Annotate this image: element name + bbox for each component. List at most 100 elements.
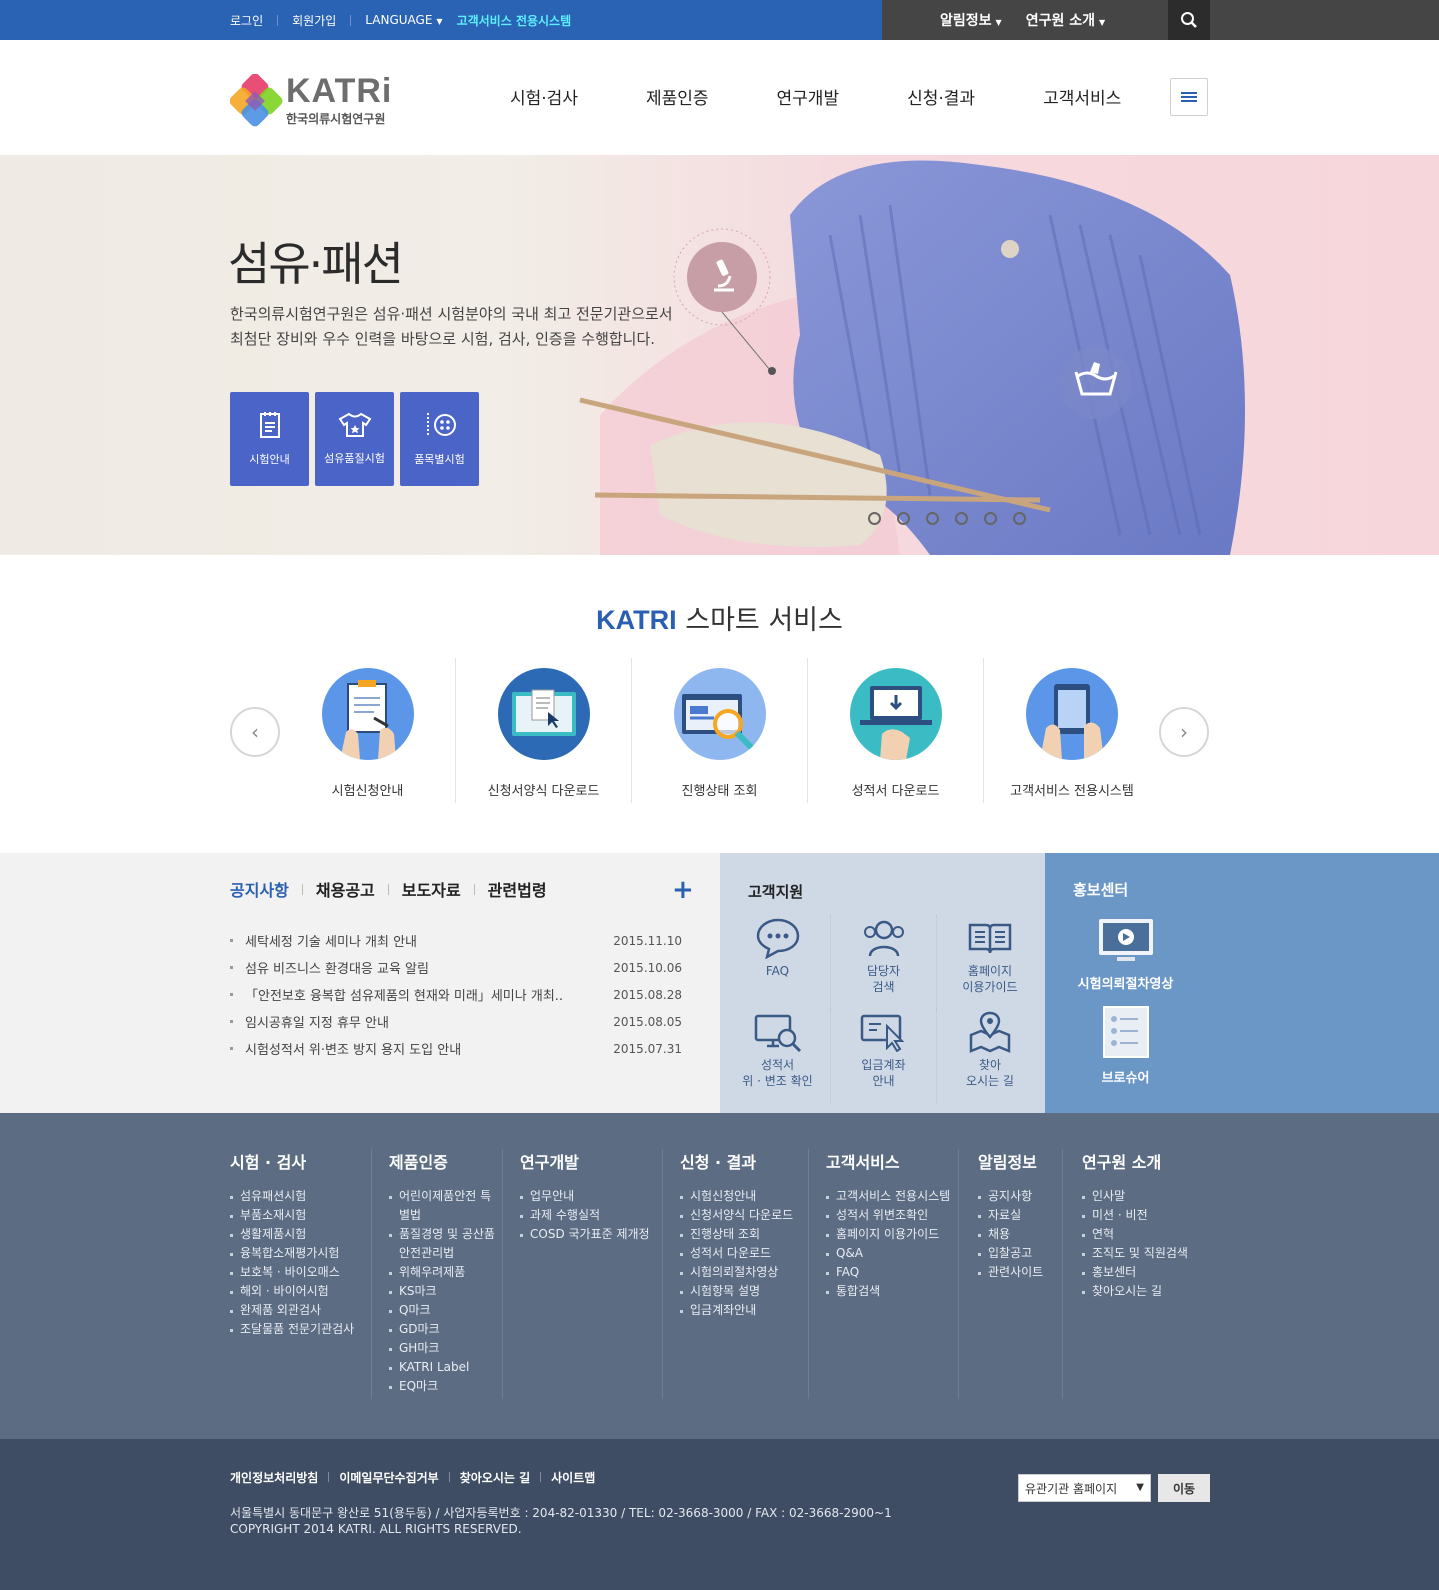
- notice-menu[interactable]: 알림정보 ▼: [940, 10, 1002, 30]
- search-button[interactable]: [1168, 0, 1210, 40]
- sitemap-link[interactable]: 섬유패션시험: [230, 1187, 354, 1206]
- sitemap-heading[interactable]: 고객서비스: [826, 1149, 950, 1173]
- sitemap-link[interactable]: 입찰공고: [978, 1244, 1043, 1263]
- service-progress-check[interactable]: 진행상태 조회: [632, 658, 808, 803]
- slide-dot[interactable]: [926, 512, 939, 525]
- support-location[interactable]: 찾아 오시는 길: [937, 1009, 1043, 1103]
- privacy-link[interactable]: 개인정보처리방침: [230, 1469, 318, 1486]
- sitemap-link[interactable]: 품질경영 및 공산품 안전관리법: [389, 1225, 499, 1263]
- sitemap-link[interactable]: 홍보센터: [1082, 1263, 1188, 1282]
- service-report-download[interactable]: 성적서 다운로드: [808, 658, 984, 803]
- more-plus-icon[interactable]: +: [672, 875, 694, 905]
- sitemap-link[interactable]: 완제품 외관검사: [230, 1301, 354, 1320]
- sitemap-link[interactable]: 시험신청안내: [680, 1187, 793, 1206]
- fiber-quality-button[interactable]: 섬유품질시험: [315, 392, 394, 486]
- nav-test[interactable]: 시험·검사: [510, 84, 578, 109]
- sitemap-link[interactable]: 미션 · 비전: [1082, 1206, 1188, 1225]
- support-account[interactable]: 입금계좌 안내: [831, 1009, 937, 1103]
- tab-law[interactable]: 관련법령: [488, 877, 547, 901]
- list-item[interactable]: 세탁세정 기술 세미나 개최 안내 2015.11.10: [230, 927, 682, 954]
- list-item[interactable]: 섬유 비즈니스 환경대응 교육 알림 2015.10.06: [230, 954, 682, 981]
- sitemap-link[interactable]: Q&A: [826, 1244, 950, 1263]
- slide-dot[interactable]: [868, 512, 881, 525]
- sitemap-link[interactable]: COSD 국가표준 제개정: [520, 1225, 650, 1244]
- list-item[interactable]: 「안전보호 융복합 섬유제품의 현재와 미래」세미나 개최.. 2015.08.2…: [230, 981, 682, 1008]
- sitemap-link[interactable]: FAQ: [826, 1263, 950, 1282]
- sitemap-link[interactable]: 어린이제품안전 특별법: [389, 1187, 499, 1225]
- sitemap-link[interactable]: 업무안내: [520, 1187, 650, 1206]
- sitemap-heading[interactable]: 알림정보: [978, 1149, 1043, 1173]
- nav-certification[interactable]: 제품인증: [646, 84, 709, 109]
- tab-notice[interactable]: 공지사항: [230, 877, 289, 901]
- sitemap-link[interactable]: 채용: [978, 1225, 1043, 1244]
- sitemap-link[interactable]: 신청서양식 다운로드: [680, 1206, 793, 1225]
- customer-system-link[interactable]: 고객서비스 전용시스템: [457, 12, 572, 29]
- support-report-verify[interactable]: 성적서 위 · 변조 확인: [725, 1009, 831, 1103]
- support-guide[interactable]: 홈페이지 이용가이드: [937, 915, 1043, 1009]
- service-customer-system[interactable]: 고객서비스 전용시스템: [984, 658, 1160, 803]
- sitemap-link[interactable]: 관련사이트: [978, 1263, 1043, 1282]
- sitemap-heading[interactable]: 제품인증: [389, 1149, 499, 1173]
- support-staff-search[interactable]: 담당자 검색: [831, 915, 937, 1009]
- slide-dot[interactable]: [897, 512, 910, 525]
- language-dropdown[interactable]: LANGUAGE ▼: [365, 13, 442, 27]
- slide-dot[interactable]: [955, 512, 968, 525]
- promo-brochure[interactable]: 브로슈어: [1073, 1005, 1178, 1086]
- nav-customer[interactable]: 고객서비스: [1043, 84, 1121, 109]
- tab-recruit[interactable]: 채용공고: [316, 877, 375, 901]
- about-menu[interactable]: 연구원 소개 ▼: [1026, 10, 1105, 30]
- sitemap-link[interactable]: 성적서 다운로드: [680, 1244, 793, 1263]
- prev-arrow-button[interactable]: ‹: [230, 707, 280, 757]
- email-refusal-link[interactable]: 이메일무단수집거부: [339, 1469, 438, 1486]
- sitemap-link[interactable]: EQ마크: [389, 1377, 499, 1396]
- slide-dot[interactable]: [1013, 512, 1026, 525]
- sitemap-link[interactable]: 과제 수행실적: [520, 1206, 650, 1225]
- sitemap-link[interactable]: 해외 · 바이어시험: [230, 1282, 354, 1301]
- service-form-download[interactable]: 신청서양식 다운로드: [456, 658, 632, 803]
- sitemap-link[interactable]: 공지사항: [978, 1187, 1043, 1206]
- sitemap-link[interactable]: 입금계좌안내: [680, 1301, 793, 1320]
- sitemap-heading[interactable]: 신청 · 결과: [680, 1149, 793, 1173]
- join-link[interactable]: 회원가입: [292, 12, 336, 29]
- sitemap-heading[interactable]: 시험 · 검사: [230, 1149, 354, 1173]
- next-arrow-button[interactable]: ›: [1159, 707, 1209, 757]
- list-item[interactable]: 시험성적서 위·변조 방지 용지 도입 안내 2015.07.31: [230, 1035, 682, 1062]
- sitemap-heading[interactable]: 연구원 소개: [1082, 1149, 1188, 1173]
- sitemap-link[interactable]: KS마크: [389, 1282, 499, 1301]
- sitemap-link[interactable]: 조직도 및 직원검색: [1082, 1244, 1188, 1263]
- nav-research[interactable]: 연구개발: [777, 84, 840, 109]
- sitemap-link[interactable]: 부품소재시험: [230, 1206, 354, 1225]
- nav-apply[interactable]: 신청·결과: [907, 84, 975, 109]
- go-button[interactable]: 이동: [1158, 1474, 1210, 1502]
- sitemap-link[interactable]: 생활제품시험: [230, 1225, 354, 1244]
- promo-video[interactable]: 시험의뢰절차영상: [1073, 917, 1178, 992]
- sitemap-link[interactable]: Q마크: [389, 1301, 499, 1320]
- sitemap-link[interactable]: 보호복 · 바이오매스: [230, 1263, 354, 1282]
- sitemap-link[interactable]: 찾아오시는 길: [1082, 1282, 1188, 1301]
- sitemap-link[interactable]: 진행상태 조회: [680, 1225, 793, 1244]
- support-faq[interactable]: FAQ: [725, 915, 831, 1009]
- test-guide-button[interactable]: 시험안내: [230, 392, 309, 486]
- related-sites-select[interactable]: 유관기관 홈페이지 ▼: [1018, 1474, 1151, 1502]
- sitemap-link[interactable]: 고객서비스 전용시스템: [826, 1187, 950, 1206]
- katri-logo[interactable]: KATRi 한국의류시험연구원: [230, 68, 410, 128]
- list-item[interactable]: 임시공휴일 지정 휴무 안내 2015.08.05: [230, 1008, 682, 1035]
- sitemap-link[interactable]: 인사말: [1082, 1187, 1188, 1206]
- sitemap-link[interactable]: 위해우려제품: [389, 1263, 499, 1282]
- sitemap-link[interactable]: 융복합소재평가시험: [230, 1244, 354, 1263]
- sitemap-link[interactable]: 사이트맵: [551, 1469, 595, 1486]
- sitemap-link[interactable]: 조달물품 전문기관검사: [230, 1320, 354, 1339]
- sitemap-link[interactable]: KATRI Label: [389, 1358, 499, 1377]
- sitemap-link[interactable]: 연혁: [1082, 1225, 1188, 1244]
- sitemap-link[interactable]: 통합검색: [826, 1282, 950, 1301]
- sitemap-link[interactable]: 자료실: [978, 1206, 1043, 1225]
- sitemap-link[interactable]: 홈페이지 이용가이드: [826, 1225, 950, 1244]
- slide-dot[interactable]: [984, 512, 997, 525]
- login-link[interactable]: 로그인: [230, 12, 263, 29]
- sitemap-heading[interactable]: 연구개발: [520, 1149, 650, 1173]
- tab-press[interactable]: 보도자료: [402, 877, 461, 901]
- sitemap-link[interactable]: 성적서 위변조확인: [826, 1206, 950, 1225]
- location-link[interactable]: 찾아오시는 길: [460, 1469, 530, 1486]
- all-menu-button[interactable]: [1170, 78, 1208, 116]
- sitemap-link[interactable]: 시험의뢰절차영상: [680, 1263, 793, 1282]
